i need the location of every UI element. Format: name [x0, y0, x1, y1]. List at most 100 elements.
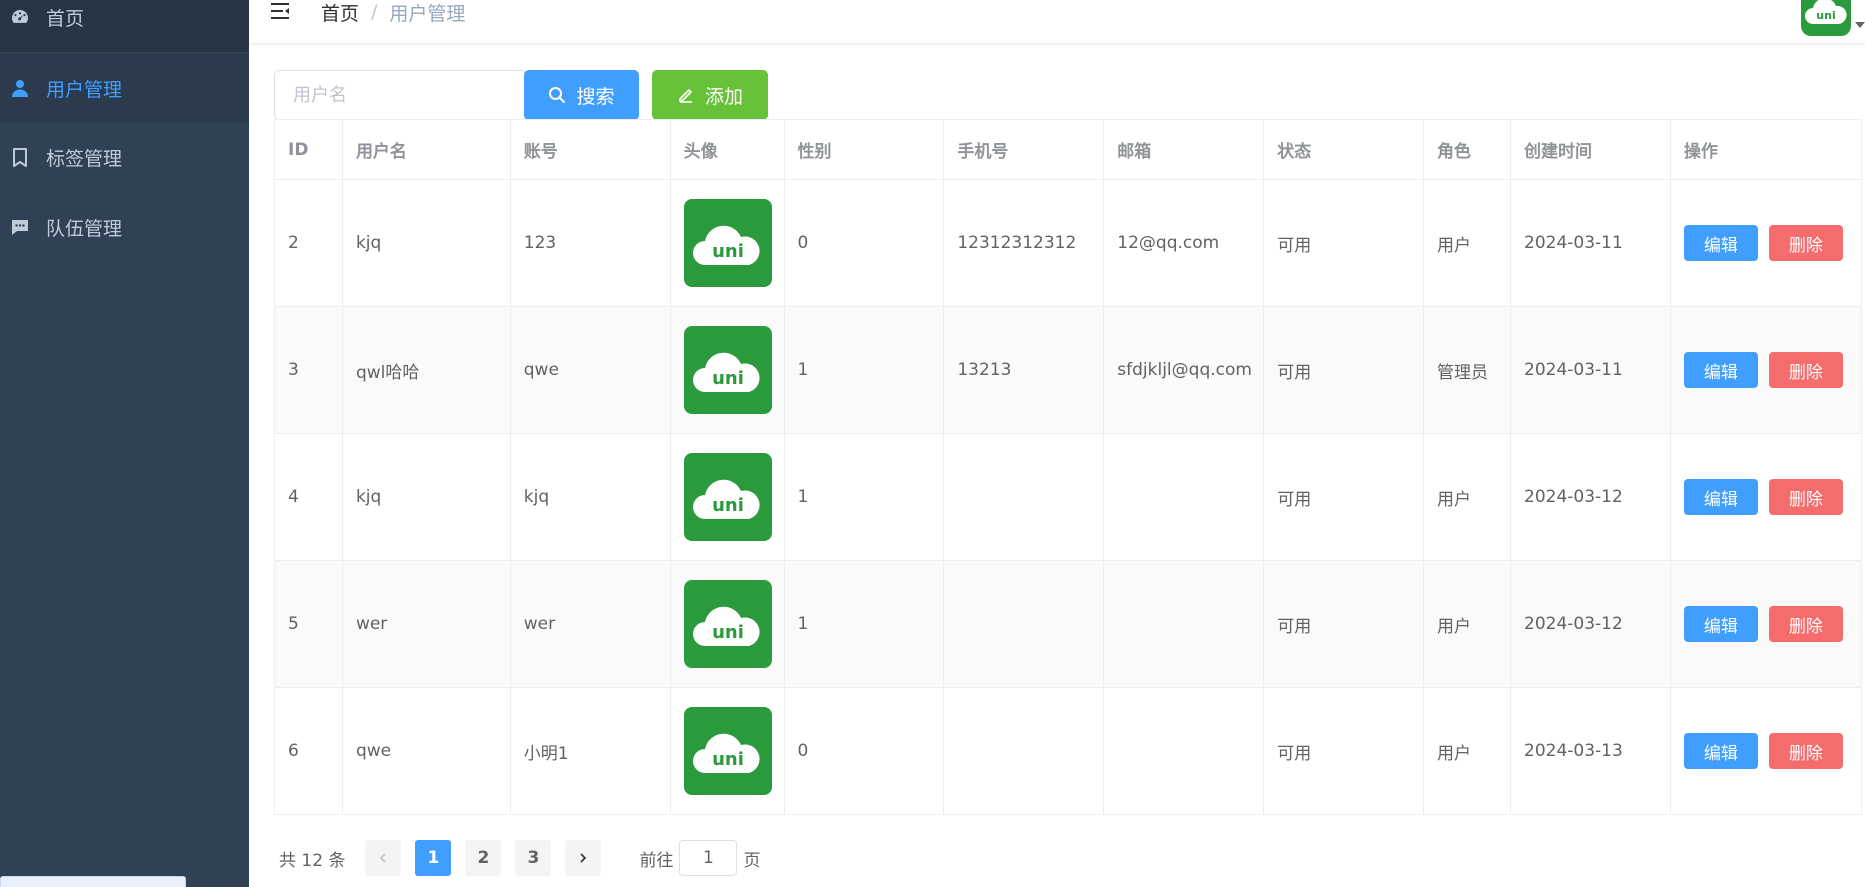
- hamburger-icon[interactable]: [269, 0, 291, 22]
- cell-avatar: uni: [669, 306, 785, 434]
- sidebar-item-home[interactable]: 首页: [0, 0, 249, 52]
- edit-button[interactable]: 编辑: [1683, 733, 1758, 769]
- goto-prefix: 前往: [639, 850, 674, 871]
- cell-gender: 0: [783, 179, 945, 307]
- avatar[interactable]: uni: [1801, 0, 1851, 36]
- prev-page-button[interactable]: [365, 840, 402, 876]
- cell-created: 2024-03-11: [1510, 306, 1671, 434]
- column-header-account: 账号: [509, 119, 671, 180]
- edit-button[interactable]: 编辑: [1683, 352, 1758, 388]
- search-input[interactable]: [274, 70, 526, 120]
- cell-role: 用户: [1423, 560, 1511, 688]
- uni-logo-icon: uni: [683, 326, 772, 414]
- sidebar-item-label: 队伍管理: [46, 217, 123, 240]
- table-row: 3 qwl哈哈 qwe uni 1 13213 sfdjkljl@qq.com …: [274, 306, 1863, 434]
- page-button-1[interactable]: 1: [415, 840, 452, 876]
- breadcrumb: 首页 / 用户管理: [321, 0, 466, 26]
- search-button-label: 搜索: [576, 85, 615, 108]
- edit-icon: [679, 89, 692, 103]
- column-header-email: 邮箱: [1103, 119, 1265, 180]
- cell-status: 可用: [1263, 687, 1425, 815]
- cell-email: [1103, 560, 1265, 688]
- delete-button[interactable]: 删除: [1768, 479, 1843, 515]
- edit-button[interactable]: 编辑: [1683, 606, 1758, 642]
- cell-role: 用户: [1423, 687, 1511, 815]
- table-row: 6 qwe 小明1 uni 0 可用 用户 2024-03-13 编辑 删除: [274, 687, 1863, 815]
- delete-button[interactable]: 删除: [1768, 733, 1843, 769]
- cell-phone: 12312312312: [943, 179, 1105, 307]
- cell-created: 2024-03-11: [1510, 179, 1671, 307]
- column-header-avatar: 头像: [669, 119, 785, 180]
- cell-account: qwe: [509, 306, 671, 434]
- cell-avatar: uni: [669, 179, 785, 307]
- svg-text:uni: uni: [712, 495, 744, 516]
- cell-id: 3: [274, 306, 343, 434]
- edit-button[interactable]: 编辑: [1683, 225, 1758, 261]
- page-button-3[interactable]: 3: [515, 840, 552, 876]
- cell-role: 用户: [1423, 179, 1511, 307]
- page-button-2[interactable]: 2: [465, 840, 502, 876]
- search-button[interactable]: 搜索: [524, 70, 639, 120]
- navbar: 首页 / 用户管理 uni: [249, 0, 1865, 44]
- breadcrumb-separator: /: [371, 1, 378, 23]
- add-button[interactable]: 添加: [652, 70, 768, 120]
- cell-phone: [943, 560, 1105, 688]
- chevron-left-icon: [380, 853, 387, 863]
- column-header-status: 状态: [1263, 119, 1425, 180]
- cell-role: 用户: [1423, 433, 1511, 561]
- pagination-total: 共 12 条: [279, 850, 346, 871]
- goto-page-input[interactable]: [679, 840, 738, 876]
- goto-suffix: 页: [743, 850, 761, 871]
- column-header-username: 用户名: [341, 119, 511, 180]
- status-tooltip-tab: [0, 876, 186, 887]
- bookmark-icon: [10, 147, 30, 167]
- chat-icon: [10, 217, 30, 237]
- uni-logo-icon: uni: [683, 453, 772, 541]
- cell-username: qwl哈哈: [341, 306, 511, 434]
- cell-actions: 编辑 删除: [1669, 687, 1863, 815]
- cell-actions: 编辑 删除: [1669, 306, 1863, 434]
- column-header-role: 角色: [1423, 119, 1511, 180]
- column-header-actions: 操作: [1669, 119, 1863, 180]
- caret-down-icon[interactable]: [1855, 22, 1865, 28]
- user-icon: [10, 78, 30, 98]
- cell-gender: 0: [783, 687, 945, 815]
- cell-account: 小明1: [509, 687, 671, 815]
- delete-button[interactable]: 删除: [1768, 606, 1843, 642]
- column-header-phone: 手机号: [943, 119, 1105, 180]
- cell-actions: 编辑 删除: [1669, 179, 1863, 307]
- sidebar-item-tags[interactable]: 标签管理: [0, 122, 249, 192]
- cell-actions: 编辑 删除: [1669, 433, 1863, 561]
- cell-account: kjq: [509, 433, 671, 561]
- table-header-row: ID 用户名 账号 头像 性别 手机号 邮箱 状态 角色 创建时间 操作: [274, 119, 1863, 180]
- cell-phone: [943, 433, 1105, 561]
- delete-button[interactable]: 删除: [1768, 352, 1843, 388]
- cell-email: sfdjkljl@qq.com: [1103, 306, 1265, 434]
- edit-button[interactable]: 编辑: [1683, 479, 1758, 515]
- cell-username: qwe: [341, 687, 511, 815]
- cell-created: 2024-03-12: [1510, 560, 1671, 688]
- svg-text:uni: uni: [712, 241, 744, 262]
- page-jumper: 前往 页: [639, 840, 760, 876]
- cell-created: 2024-03-13: [1510, 687, 1671, 815]
- cell-status: 可用: [1263, 306, 1425, 434]
- svg-text:uni: uni: [1816, 9, 1835, 22]
- pagination: 共 12 条 1 2 3 前往 页: [279, 840, 760, 876]
- search-icon: [549, 87, 566, 103]
- sidebar-item-users[interactable]: 用户管理: [0, 53, 249, 123]
- sidebar-item-label: 标签管理: [46, 147, 123, 170]
- breadcrumb-home[interactable]: 首页: [321, 0, 359, 26]
- cell-account: 123: [509, 179, 671, 307]
- breadcrumb-current: 用户管理: [389, 2, 466, 25]
- chevron-right-icon: [580, 853, 587, 863]
- cell-id: 6: [274, 687, 343, 815]
- sidebar-item-teams[interactable]: 队伍管理: [0, 192, 249, 262]
- cell-status: 可用: [1263, 560, 1425, 688]
- cell-avatar: uni: [669, 433, 785, 561]
- next-page-button[interactable]: [565, 840, 602, 876]
- column-header-id: ID: [274, 119, 343, 180]
- svg-text:uni: uni: [712, 749, 744, 770]
- delete-button[interactable]: 删除: [1768, 225, 1843, 261]
- cell-phone: 13213: [943, 306, 1105, 434]
- uni-logo-icon: uni: [683, 580, 772, 668]
